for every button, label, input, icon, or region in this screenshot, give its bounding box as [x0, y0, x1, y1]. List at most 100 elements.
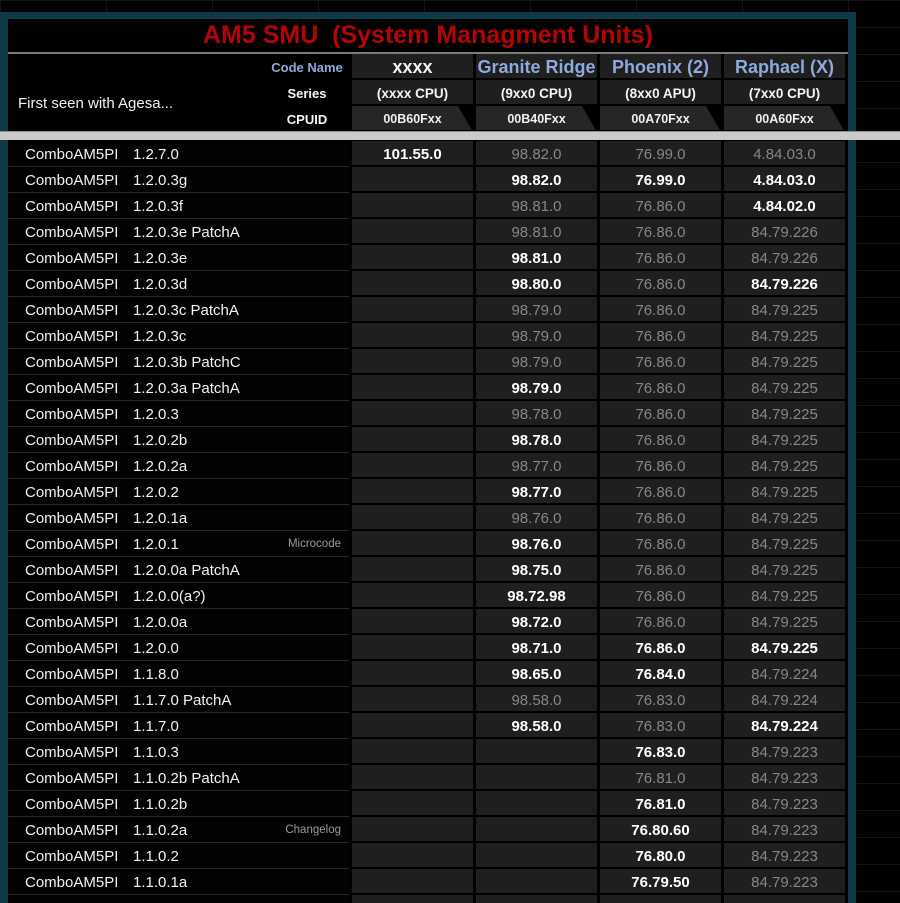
- smu-version-cell[interactable]: 76.86.0: [600, 271, 721, 297]
- smu-version-cell[interactable]: [352, 401, 473, 427]
- smu-version-cell[interactable]: [476, 869, 597, 895]
- column-codename-header[interactable]: Granite Ridge: [476, 54, 597, 80]
- smu-version-cell[interactable]: 76.81.0: [600, 791, 721, 817]
- column-series-header[interactable]: (xxxx CPU): [352, 80, 473, 106]
- smu-version-cell[interactable]: 76.86.0: [600, 531, 721, 557]
- smu-version-cell[interactable]: [352, 193, 473, 219]
- smu-version-cell[interactable]: [476, 817, 597, 843]
- smu-version-cell[interactable]: 84.79.225: [724, 427, 845, 453]
- agesa-version-cell[interactable]: ComboAM5PI1.2.0.2b: [8, 427, 349, 453]
- smu-version-cell[interactable]: [352, 765, 473, 791]
- agesa-version-cell[interactable]: ComboAM5PI1.2.0.1a: [8, 505, 349, 531]
- smu-version-cell[interactable]: 76.83.0: [600, 739, 721, 765]
- smu-version-cell[interactable]: 76.86.0: [600, 219, 721, 245]
- smu-version-cell[interactable]: 76.86.0: [600, 401, 721, 427]
- agesa-version-cell[interactable]: ComboAM5PI1.1.0.2b PatchA: [8, 765, 349, 791]
- smu-version-cell[interactable]: 76.86.0: [600, 427, 721, 453]
- column-codename-header[interactable]: Phoenix (2): [600, 54, 721, 80]
- smu-version-cell[interactable]: [476, 791, 597, 817]
- agesa-version-cell[interactable]: ComboAM5PI1.2.0.3e: [8, 245, 349, 271]
- smu-version-cell[interactable]: 84.79.225: [724, 557, 845, 583]
- smu-version-cell[interactable]: 76.99.0: [600, 167, 721, 193]
- smu-version-cell[interactable]: 76.86.0: [600, 193, 721, 219]
- smu-version-cell[interactable]: [352, 609, 473, 635]
- smu-version-cell[interactable]: [352, 739, 473, 765]
- column-codename-header[interactable]: xxxx: [352, 54, 473, 80]
- smu-version-cell[interactable]: 98.58.0: [476, 713, 597, 739]
- smu-version-cell[interactable]: 98.82.0: [476, 141, 597, 167]
- smu-version-cell[interactable]: 84.79.225: [724, 609, 845, 635]
- smu-version-cell[interactable]: [352, 557, 473, 583]
- smu-version-cell[interactable]: 4.84.02.0: [724, 193, 845, 219]
- smu-version-cell[interactable]: 76.80.0: [600, 843, 721, 869]
- smu-version-cell[interactable]: 98.81.0: [476, 219, 597, 245]
- smu-version-cell[interactable]: 98.79.0: [476, 375, 597, 401]
- smu-version-cell[interactable]: [352, 297, 473, 323]
- smu-version-cell[interactable]: 76.86.0: [600, 453, 721, 479]
- smu-version-cell[interactable]: 98.78.0: [476, 427, 597, 453]
- column-series-header[interactable]: (8xx0 APU): [600, 80, 721, 106]
- column-series-header[interactable]: (7xx0 CPU): [724, 80, 845, 106]
- agesa-version-cell[interactable]: ComboAM5PI1.1.7.0 PatchA: [8, 687, 349, 713]
- smu-version-cell[interactable]: 76.86.0: [600, 609, 721, 635]
- column-cpuid-header[interactable]: 00B40Fxx: [476, 106, 597, 132]
- agesa-version-cell[interactable]: ComboAM5PI1.2.0.3b PatchC: [8, 349, 349, 375]
- column-cpuid-header[interactable]: 00A60Fxx: [724, 106, 845, 132]
- smu-version-cell[interactable]: 84.79.223: [724, 869, 845, 895]
- smu-version-cell[interactable]: 84.79.225: [724, 531, 845, 557]
- agesa-version-cell[interactable]: ComboAM5PI1.2.0.3c: [8, 323, 349, 349]
- smu-version-cell[interactable]: 84.79.223: [724, 739, 845, 765]
- smu-version-cell[interactable]: [724, 895, 845, 903]
- agesa-version-cell[interactable]: ComboAM5PI1.1.8.0: [8, 661, 349, 687]
- smu-version-cell[interactable]: 76.86.0: [600, 479, 721, 505]
- smu-version-cell[interactable]: 4.84.03.0: [724, 141, 845, 167]
- smu-version-cell[interactable]: 76.81.0: [600, 765, 721, 791]
- column-series-header[interactable]: (9xx0 CPU): [476, 80, 597, 106]
- smu-version-cell[interactable]: 98.58.0: [476, 687, 597, 713]
- smu-version-cell[interactable]: [352, 635, 473, 661]
- smu-version-cell[interactable]: 98.80.0: [476, 271, 597, 297]
- smu-version-cell[interactable]: 98.79.0: [476, 297, 597, 323]
- smu-version-cell[interactable]: 84.79.225: [724, 583, 845, 609]
- smu-version-cell[interactable]: [476, 739, 597, 765]
- smu-version-cell[interactable]: [476, 895, 597, 903]
- smu-version-cell[interactable]: 98.78.0: [476, 401, 597, 427]
- smu-version-cell[interactable]: 76.83.0: [600, 687, 721, 713]
- smu-version-cell[interactable]: 76.86.0: [600, 349, 721, 375]
- agesa-version-cell[interactable]: ComboAM5PI1.1.0.3: [8, 739, 349, 765]
- agesa-version-cell[interactable]: ComboAM5PI1.2.0.0: [8, 635, 349, 661]
- smu-version-cell[interactable]: 76.86.0: [600, 375, 721, 401]
- smu-version-cell[interactable]: 76.84.0: [600, 661, 721, 687]
- smu-version-cell[interactable]: 76.86.0: [600, 635, 721, 661]
- smu-version-cell[interactable]: [352, 219, 473, 245]
- smu-version-cell[interactable]: 98.65.0: [476, 661, 597, 687]
- smu-version-cell[interactable]: 98.75.0: [476, 557, 597, 583]
- smu-version-cell[interactable]: 84.79.223: [724, 817, 845, 843]
- smu-version-cell[interactable]: 98.77.0: [476, 479, 597, 505]
- smu-version-cell[interactable]: 98.79.0: [476, 349, 597, 375]
- smu-version-cell[interactable]: [352, 791, 473, 817]
- smu-version-cell[interactable]: 98.81.0: [476, 245, 597, 271]
- smu-version-cell[interactable]: 84.79.226: [724, 271, 845, 297]
- smu-version-cell[interactable]: 76.86.0: [600, 505, 721, 531]
- smu-version-cell[interactable]: [352, 843, 473, 869]
- smu-version-cell[interactable]: [352, 375, 473, 401]
- smu-version-cell[interactable]: 76.86.0: [600, 557, 721, 583]
- smu-version-cell[interactable]: 98.71.0: [476, 635, 597, 661]
- smu-version-cell[interactable]: [476, 765, 597, 791]
- smu-version-cell[interactable]: 76.99.0: [600, 141, 721, 167]
- smu-version-cell[interactable]: 76.83.0: [600, 713, 721, 739]
- agesa-version-cell[interactable]: ComboAM5PI1.2.0.1Microcode: [8, 531, 349, 557]
- agesa-version-cell[interactable]: ComboAM5PI1.2.0.3e PatchA: [8, 219, 349, 245]
- smu-version-cell[interactable]: 84.79.225: [724, 297, 845, 323]
- smu-version-cell[interactable]: [352, 817, 473, 843]
- smu-version-cell[interactable]: [476, 843, 597, 869]
- smu-version-cell[interactable]: 98.72.98: [476, 583, 597, 609]
- smu-version-cell[interactable]: 76.80.60: [600, 817, 721, 843]
- smu-version-cell[interactable]: 84.79.225: [724, 323, 845, 349]
- smu-version-cell[interactable]: [352, 895, 473, 903]
- smu-version-cell[interactable]: [352, 323, 473, 349]
- smu-version-cell[interactable]: 84.79.225: [724, 453, 845, 479]
- smu-version-cell[interactable]: 84.79.225: [724, 635, 845, 661]
- smu-version-cell[interactable]: 76.86.0: [600, 583, 721, 609]
